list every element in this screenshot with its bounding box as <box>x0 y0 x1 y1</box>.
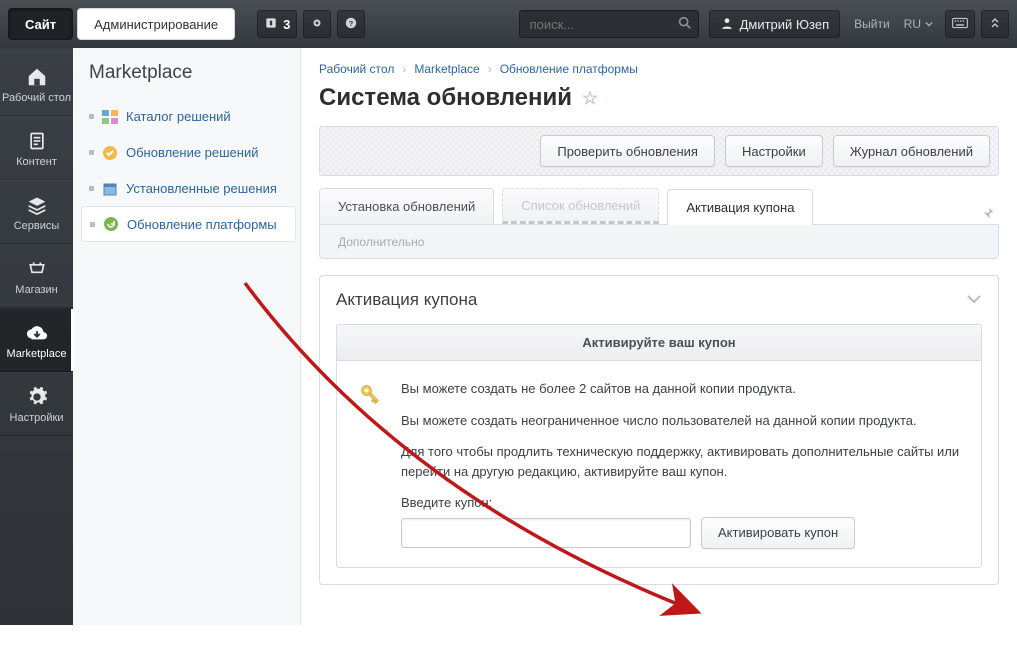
sidebar-item-update-solutions[interactable]: Обновление решений <box>81 134 296 170</box>
notif-count: 3 <box>283 17 290 32</box>
subtab-additional[interactable]: Дополнительно <box>330 231 432 253</box>
activate-coupon-button[interactable]: Активировать купон <box>701 517 855 549</box>
rail-item-settings[interactable]: Настройки <box>0 372 73 436</box>
rail-label: Магазин <box>15 284 57 296</box>
coupon-panel: Активация купона Активируйте ваш купон В… <box>319 275 999 585</box>
rail-item-marketplace[interactable]: Marketplace <box>0 308 73 372</box>
check-updates-button[interactable]: Проверить обновления <box>540 135 715 167</box>
tab-update-list: Список обновлений <box>502 188 659 224</box>
lang-selector[interactable]: RU <box>904 17 933 31</box>
sub-tabstrip: Дополнительно <box>319 225 999 259</box>
main-content: Рабочий стол › Marketplace › Обновление … <box>301 48 1017 625</box>
bullet-icon <box>89 186 94 191</box>
keyboard-icon <box>952 17 968 32</box>
help-top-button[interactable]: ? <box>337 10 365 38</box>
crumb-update-platform[interactable]: Обновление платформы <box>500 62 638 76</box>
cloud-download-icon <box>24 321 50 345</box>
user-icon <box>720 16 734 33</box>
layers-icon <box>24 193 50 217</box>
doc-icon <box>24 129 50 153</box>
update-log-button[interactable]: Журнал обновлений <box>833 135 990 167</box>
crumb-desktop[interactable]: Рабочий стол <box>319 62 394 76</box>
favorite-star-icon[interactable]: ☆ <box>582 88 598 109</box>
collapse-panel-icon[interactable] <box>966 290 982 310</box>
search-input[interactable] <box>519 10 699 38</box>
topbar: Сайт Администрирование 3 ? Дмитри <box>0 0 1017 48</box>
rail-item-services[interactable]: Сервисы <box>0 180 73 244</box>
lang-label: RU <box>904 17 921 31</box>
bullet-icon <box>89 150 94 155</box>
tab-install-updates[interactable]: Установка обновлений <box>319 188 494 224</box>
key-icon <box>357 379 385 549</box>
notifications-button[interactable]: 3 <box>257 10 297 38</box>
gear-icon <box>24 385 50 409</box>
coupon-label: Введите купон: <box>401 495 492 510</box>
sidebar: Marketplace Каталог решений Обновление р… <box>73 48 301 625</box>
sidebar-item-label: Обновление платформы <box>127 217 277 232</box>
collapse-button[interactable] <box>981 10 1009 38</box>
logout-link[interactable]: Выйти <box>854 17 890 31</box>
crumb-marketplace[interactable]: Marketplace <box>414 62 479 76</box>
update-icon <box>102 145 118 161</box>
tabstrip: Установка обновлений Список обновлений А… <box>319 188 999 225</box>
activate-coupon-box: Активируйте ваш купон Вы можете создать … <box>336 324 982 568</box>
chevron-right-icon: › <box>402 62 406 76</box>
sidebar-item-label: Каталог решений <box>126 109 231 124</box>
sidebar-item-label: Обновление решений <box>126 145 259 160</box>
left-rail: Рабочий стол Контент Сервисы Магазин Mar… <box>0 48 73 625</box>
site-tab[interactable]: Сайт <box>8 8 73 40</box>
pin-icon[interactable] <box>981 199 999 224</box>
gear-icon <box>310 16 324 33</box>
box-icon <box>102 181 118 197</box>
inner-panel-title: Активируйте ваш купон <box>337 325 981 361</box>
search-box <box>519 10 699 38</box>
settings-button[interactable]: Настройки <box>725 135 823 167</box>
tab-activate-coupon[interactable]: Активация купона <box>667 189 813 225</box>
info-text-3: Для того чтобы продлить техническую подд… <box>401 442 961 481</box>
bullet-icon <box>90 222 95 227</box>
search-icon[interactable] <box>677 15 693 34</box>
cart-icon <box>24 257 50 281</box>
chevron-down-icon <box>925 20 933 28</box>
rail-label: Рабочий стол <box>2 92 71 104</box>
user-name: Дмитрий Юзеп <box>740 17 830 32</box>
user-menu[interactable]: Дмитрий Юзеп <box>709 10 841 38</box>
sidebar-item-catalog[interactable]: Каталог решений <box>81 98 296 134</box>
help-icon: ? <box>344 16 358 33</box>
home-icon <box>24 65 50 89</box>
rail-label: Контент <box>16 156 57 168</box>
catalog-icon <box>102 109 118 125</box>
rail-item-desktop[interactable]: Рабочий стол <box>0 52 73 116</box>
keyboard-button[interactable] <box>945 10 975 38</box>
action-toolbar: Проверить обновления Настройки Журнал об… <box>319 126 999 176</box>
rail-item-content[interactable]: Контент <box>0 116 73 180</box>
settings-top-button[interactable] <box>303 10 331 38</box>
breadcrumb: Рабочий стол › Marketplace › Обновление … <box>319 62 999 76</box>
coupon-input[interactable] <box>401 518 691 548</box>
rail-label: Настройки <box>10 412 64 424</box>
bell-icon <box>264 16 278 33</box>
panel-title: Активация купона <box>336 290 477 310</box>
rail-label: Сервисы <box>14 220 60 232</box>
page-title: Система обновлений ☆ <box>319 84 999 112</box>
svg-text:?: ? <box>349 18 354 27</box>
rail-item-shop[interactable]: Магазин <box>0 244 73 308</box>
sidebar-item-installed[interactable]: Установленные решения <box>81 170 296 206</box>
info-text-2: Вы можете создать неограниченное число п… <box>401 411 961 431</box>
admin-tab[interactable]: Администрирование <box>77 8 235 40</box>
sidebar-item-label: Установленные решения <box>126 181 277 196</box>
sidebar-title: Marketplace <box>89 62 290 84</box>
bullet-icon <box>89 114 94 119</box>
sidebar-item-update-platform[interactable]: Обновление платформы <box>81 206 296 242</box>
chevron-right-icon: › <box>488 62 492 76</box>
page-title-text: Система обновлений <box>319 84 572 112</box>
rail-label: Marketplace <box>7 348 67 360</box>
collapse-icon <box>989 17 1001 32</box>
refresh-icon <box>103 216 119 232</box>
info-text-1: Вы можете создать не более 2 сайтов на д… <box>401 379 961 399</box>
